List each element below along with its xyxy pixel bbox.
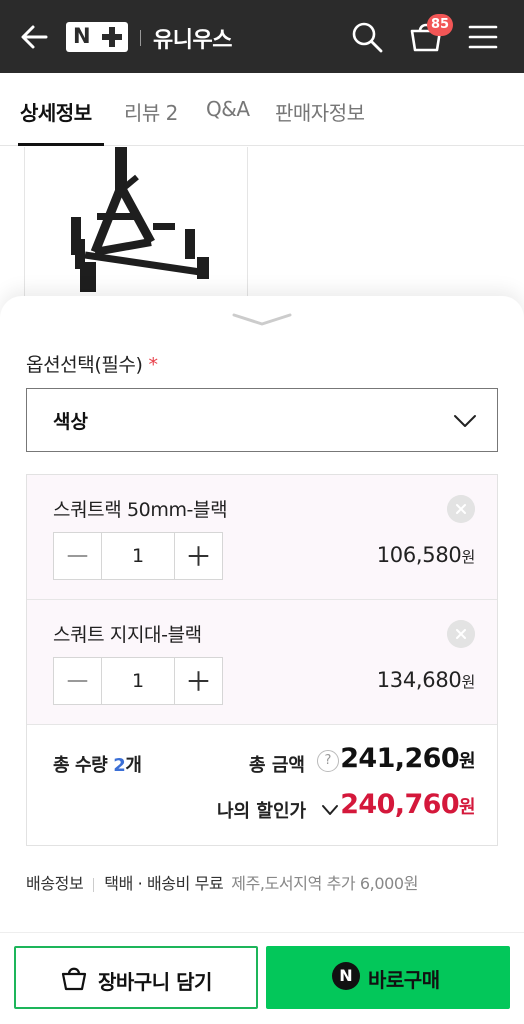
tab-seller-info[interactable]: 판매자정보: [275, 97, 365, 126]
remove-item-icon[interactable]: [447, 495, 475, 523]
option-bottom-sheet: 옵션선택(필수) * 색상 스쿼트랙 50mm-블랙 1 106,580원 스쿼…: [0, 296, 524, 1024]
item-name: 스쿼트랙 50mm-블랙: [53, 499, 228, 521]
chevron-down-icon[interactable]: [321, 801, 339, 819]
discount-price: 240,760원: [340, 789, 475, 820]
total-quantity-label: 총 수량: [53, 755, 108, 776]
item-price: 106,580원: [376, 543, 476, 567]
total-quantity: 총 수량 2개: [53, 751, 142, 777]
item-price-value: 134,680: [376, 668, 462, 692]
back-arrow-icon[interactable]: [18, 22, 50, 52]
tab-reviews[interactable]: 리뷰 2: [124, 97, 178, 126]
menu-icon[interactable]: [468, 24, 498, 50]
quantity-value[interactable]: 1: [102, 533, 174, 579]
shipping-label: 배송정보: [26, 874, 84, 893]
tab-qna[interactable]: Q&A: [206, 97, 250, 121]
buy-now-button[interactable]: N 바로구매: [266, 946, 510, 1009]
selected-item: 스쿼트 지지대-블랙 1 134,680원: [27, 600, 497, 725]
required-mark: *: [148, 354, 159, 376]
squat-rack-image: [71, 147, 209, 292]
cart-count-badge: 85: [427, 14, 454, 36]
discount-price-value: 240,760: [340, 789, 460, 820]
separator-dot: ·: [137, 874, 143, 893]
header-divider: [140, 30, 141, 46]
product-image[interactable]: [24, 147, 248, 307]
buy-now-label: 바로구매: [368, 968, 440, 992]
shipping-method: 택배: [104, 874, 133, 893]
option-section-label: 옵션선택(필수) *: [26, 350, 158, 377]
quantity-unit: 개: [125, 755, 142, 776]
plus-icon: [102, 27, 122, 47]
remove-item-icon[interactable]: [447, 620, 475, 648]
store-name[interactable]: 유니우스: [153, 22, 232, 54]
select-value: 색상: [53, 411, 88, 433]
add-to-cart-label: 장바구니 담기: [98, 970, 212, 994]
total-price-label: 총 금액: [249, 755, 305, 776]
option-label-text: 옵션선택(필수): [26, 354, 143, 376]
currency-unit: 원: [459, 751, 476, 772]
decrease-quantity-button[interactable]: [54, 658, 102, 704]
total-price-value: 241,260: [340, 743, 460, 774]
quantity-stepper: 1: [53, 532, 223, 580]
naver-pay-icon: N: [332, 962, 360, 990]
shipping-fee: 배송비 무료: [146, 874, 224, 893]
currency-unit: 원: [459, 797, 476, 818]
quantity-value[interactable]: 1: [102, 658, 174, 704]
shipping-info: 배송정보 택배 · 배송비 무료 제주,도서지역 추가 6,000원: [26, 870, 418, 894]
active-tab-indicator: [18, 143, 104, 146]
collapse-handle-icon[interactable]: [232, 310, 292, 330]
decrease-quantity-button[interactable]: [54, 533, 102, 579]
add-to-cart-button[interactable]: 장바구니 담기: [14, 946, 258, 1009]
shipping-divider: [93, 877, 95, 892]
search-icon[interactable]: [350, 20, 384, 54]
item-name: 스쿼트 지지대-블랙: [53, 624, 202, 646]
chevron-down-icon: [454, 415, 476, 427]
selected-items-box: 스쿼트랙 50mm-블랙 1 106,580원 스쿼트 지지대-블랙 1 134…: [26, 474, 498, 846]
quantity-stepper: 1: [53, 657, 223, 705]
increase-quantity-button[interactable]: [174, 658, 222, 704]
top-bar: N 유니우스 85: [0, 0, 524, 73]
product-tabs: 상세정보 리뷰 2 Q&A 판매자정보: [0, 73, 524, 146]
color-option-select[interactable]: 색상: [26, 388, 498, 452]
naver-plus-logo[interactable]: N: [66, 22, 128, 52]
divider: [0, 932, 524, 933]
total-quantity-value: 2: [113, 755, 126, 776]
product-image-area: [0, 147, 524, 307]
order-summary: 총 수량 2개 총 금액 ? 241,260원 나의 할인가 240,760원: [27, 725, 497, 845]
selected-item: 스쿼트랙 50mm-블랙 1 106,580원: [27, 475, 497, 600]
naver-icon-letter: N: [339, 966, 353, 985]
increase-quantity-button[interactable]: [174, 533, 222, 579]
item-price: 134,680원: [376, 668, 476, 692]
tab-detail[interactable]: 상세정보: [20, 97, 92, 126]
currency-unit: 원: [461, 673, 475, 691]
help-icon[interactable]: ?: [317, 750, 339, 772]
shopping-bag-icon: [61, 967, 87, 991]
shipping-extra-fee: 제주,도서지역 추가 6,000원: [231, 874, 419, 893]
currency-unit: 원: [461, 548, 475, 566]
logo-letter: N: [73, 24, 91, 48]
item-price-value: 106,580: [376, 543, 462, 567]
my-discount-price-toggle[interactable]: 나의 할인가: [217, 797, 306, 823]
total-price: 241,260원: [340, 743, 475, 774]
